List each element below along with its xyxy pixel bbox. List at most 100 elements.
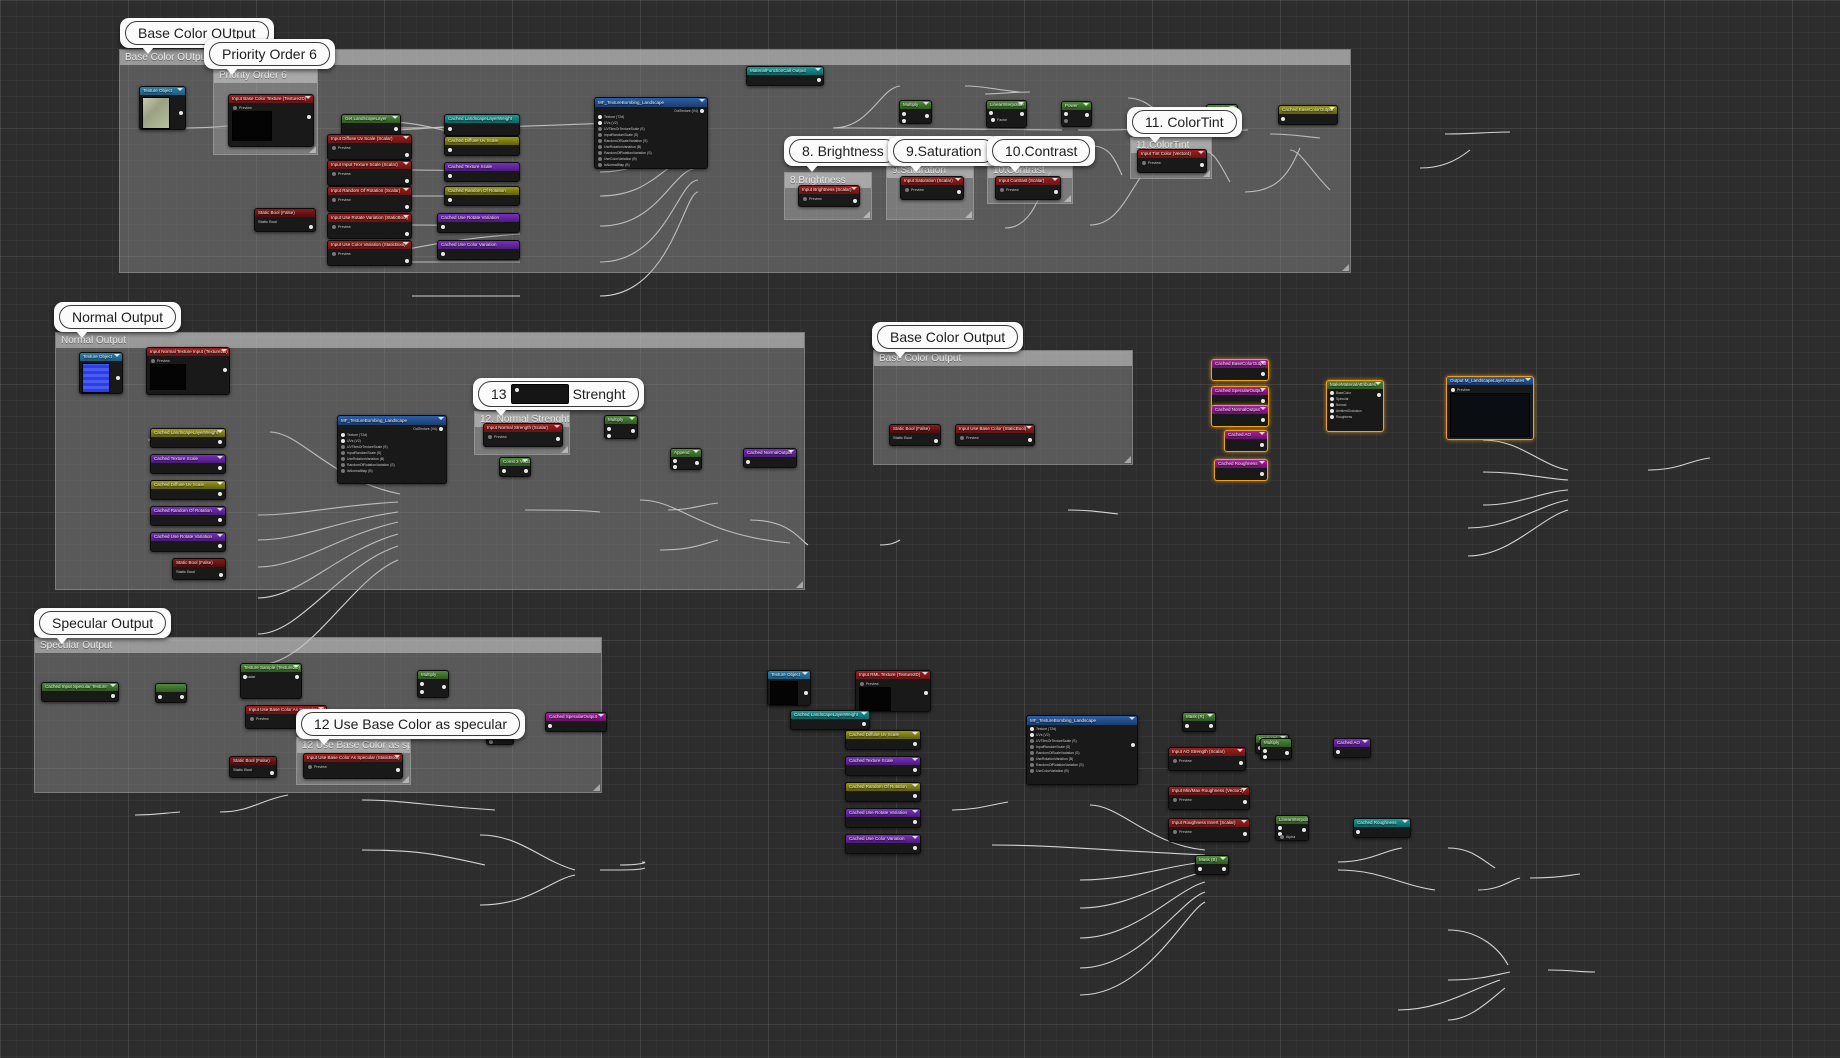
material-graph-canvas[interactable]: Base Color OUtput Priority Order 6 8.Bri… xyxy=(0,0,1840,1058)
node-normal-cached-landscape[interactable]: Cached LandscapeLayerWeight xyxy=(150,428,226,448)
output-pin[interactable] xyxy=(913,820,917,824)
input-pin[interactable] xyxy=(1030,757,1034,761)
node-specular-static-bool[interactable]: Static Bool (False) Static Bool xyxy=(229,756,277,778)
chevron-down-icon[interactable] xyxy=(1083,103,1089,106)
node-input-colortint[interactable]: Input Tint Color (Vector4) Preview xyxy=(1137,149,1207,173)
callout-specular-output[interactable]: Specular Output xyxy=(34,608,172,644)
factor-pin-row[interactable]: Factor xyxy=(990,117,1023,123)
chevron-down-icon[interactable] xyxy=(788,450,794,453)
output-pin[interactable] xyxy=(1261,372,1265,376)
preview-pin-row[interactable]: Preview xyxy=(331,224,408,230)
chevron-down-icon[interactable] xyxy=(802,672,808,675)
node-multiply-brightness[interactable]: Multiply xyxy=(899,100,932,124)
chevron-down-icon[interactable] xyxy=(1026,426,1032,429)
output-pin[interactable] xyxy=(1261,399,1265,403)
node-input-diffuse-uv-scale[interactable]: Input Diffuse Uv Scale (Scalar) Preview xyxy=(327,134,412,160)
output-pin[interactable] xyxy=(448,198,452,202)
chevron-down-icon[interactable] xyxy=(217,430,223,433)
chevron-down-icon[interactable] xyxy=(922,672,928,675)
node-bot-mf-texture-bombing[interactable]: MF_TextureBombing_Landscape Texture (T2d… xyxy=(1026,715,1138,785)
node-bot-input-roughness[interactable]: Input Min/Max Roughness (Vector2) Previe… xyxy=(1168,786,1250,810)
input-pin[interactable] xyxy=(1030,733,1034,737)
callout-brightness[interactable]: 8. Brightness xyxy=(784,136,902,172)
node-make-material-attributes[interactable]: MakeMaterialAttributes BaseColor Specula… xyxy=(1326,380,1384,432)
chevron-down-icon[interactable] xyxy=(217,456,223,459)
node-cached-input-specular-texture[interactable]: Cached Input Specular Texture xyxy=(41,682,119,702)
input-pin[interactable] xyxy=(860,682,864,686)
node-normal-const3vector[interactable]: Const 3 Vector xyxy=(499,457,531,477)
node-bot-lerp[interactable]: LinearInterpolate Alpha xyxy=(1275,815,1309,841)
node-input-normal-strength[interactable]: Input Normal Strength (Scalar) Preview xyxy=(483,423,563,447)
input-pin[interactable] xyxy=(1330,391,1334,395)
output-pin[interactable] xyxy=(448,174,452,178)
input-pin-b[interactable] xyxy=(1263,755,1267,759)
input-pin-row[interactable]: Roughness xyxy=(1329,414,1381,420)
input-pin-row[interactable]: IsNormalMap (B) xyxy=(597,162,705,168)
node-bot-cached-ao[interactable]: Cached AO xyxy=(1333,738,1371,758)
chevron-down-icon[interactable] xyxy=(693,450,699,453)
resize-handle[interactable] xyxy=(965,211,972,218)
preview-pin-row[interactable]: Preview xyxy=(1450,387,1530,393)
node-bot-mask-r[interactable]: Mask (R) xyxy=(1182,712,1216,732)
node-get-landscape-layer[interactable]: Get LandscapeLayer xyxy=(341,114,401,136)
output-pin[interactable] xyxy=(1054,190,1058,194)
input-pin[interactable] xyxy=(1030,769,1034,773)
resize-handle[interactable] xyxy=(1064,195,1071,202)
node-input-basecolor-as-specular[interactable]: Input Use Base Color As Specular (Static… xyxy=(303,753,403,779)
input-pin-a[interactable] xyxy=(989,111,993,115)
input-pin[interactable] xyxy=(1173,759,1177,763)
preview-pin-row[interactable]: Preview xyxy=(1172,758,1242,764)
resize-handle[interactable] xyxy=(593,784,600,791)
input-pin[interactable] xyxy=(1330,397,1334,401)
chevron-down-icon[interactable] xyxy=(114,354,120,357)
output-pin[interactable] xyxy=(817,78,821,82)
chevron-down-icon[interactable] xyxy=(1241,820,1247,823)
input-pin[interactable] xyxy=(243,675,247,679)
input-pin[interactable] xyxy=(1330,409,1334,413)
input-pin-a[interactable] xyxy=(1278,826,1282,830)
preview-pin-row[interactable]: Preview xyxy=(331,171,408,177)
resize-handle[interactable] xyxy=(863,211,870,218)
chevron-down-icon[interactable] xyxy=(392,116,398,119)
chevron-down-icon[interactable] xyxy=(1402,820,1408,823)
node-normal-cached-use-rotation[interactable]: Cached Use Rotate Variation xyxy=(150,532,226,552)
node-bot-input-metal[interactable]: Input Roughness Invert (Scalar) Preview xyxy=(1168,818,1250,842)
preview-pin-row[interactable]: Preview xyxy=(331,197,408,203)
chevron-down-icon[interactable] xyxy=(217,534,223,537)
node-bc2-static-bool[interactable]: Static Bool (False) Static Bool xyxy=(889,424,941,446)
chevron-down-icon[interactable] xyxy=(1260,407,1266,410)
output-pin[interactable] xyxy=(1243,800,1247,804)
output-pin[interactable] xyxy=(957,190,961,194)
output-pin[interactable] xyxy=(700,109,704,113)
input-pin-b[interactable] xyxy=(673,465,677,469)
chevron-down-icon[interactable] xyxy=(912,732,918,735)
input-pin[interactable] xyxy=(598,133,602,137)
output-pin[interactable] xyxy=(913,846,917,850)
chevron-down-icon[interactable] xyxy=(403,242,409,245)
callout-contrast[interactable]: 10.Contrast xyxy=(987,136,1096,172)
node-input-saturation[interactable]: Input Saturation (Scalar) Preview xyxy=(900,176,964,200)
chevron-down-icon[interactable] xyxy=(217,508,223,511)
preview-pin-row[interactable]: Preview xyxy=(1141,160,1203,166)
output-pin[interactable] xyxy=(524,469,528,473)
chevron-down-icon[interactable] xyxy=(912,810,918,813)
node-normal-mf-texture-bombing[interactable]: MF_TextureBombing_Landscape OutTexture (… xyxy=(337,415,447,484)
node-bot-input-ao-strength[interactable]: Input AO Strength (Scalar) Preview xyxy=(1168,747,1246,771)
input-pin[interactable] xyxy=(598,157,602,161)
node-cached-normal-output-right[interactable]: Cached NormalOutput xyxy=(1211,405,1269,427)
input-pin[interactable] xyxy=(548,724,552,728)
output-pin[interactable] xyxy=(218,440,222,444)
chevron-down-icon[interactable] xyxy=(403,136,409,139)
output-pin[interactable] xyxy=(116,376,120,380)
input-pin[interactable] xyxy=(332,252,336,256)
input-pin[interactable] xyxy=(1000,188,1004,192)
chevron-down-icon[interactable] xyxy=(438,417,444,420)
input-pin[interactable] xyxy=(341,445,345,449)
chevron-down-icon[interactable] xyxy=(110,684,116,687)
output-pin[interactable] xyxy=(1260,472,1264,476)
preview-pin-row[interactable]: Preview xyxy=(307,764,399,770)
preview-pin-row[interactable]: Preview xyxy=(150,358,226,364)
comment-base-color-output-2[interactable]: Base Color Output xyxy=(873,350,1133,465)
node-cached-basecolor-output-right[interactable]: Cached BaseColorOutput xyxy=(1211,359,1269,381)
chevron-down-icon[interactable] xyxy=(861,712,867,715)
